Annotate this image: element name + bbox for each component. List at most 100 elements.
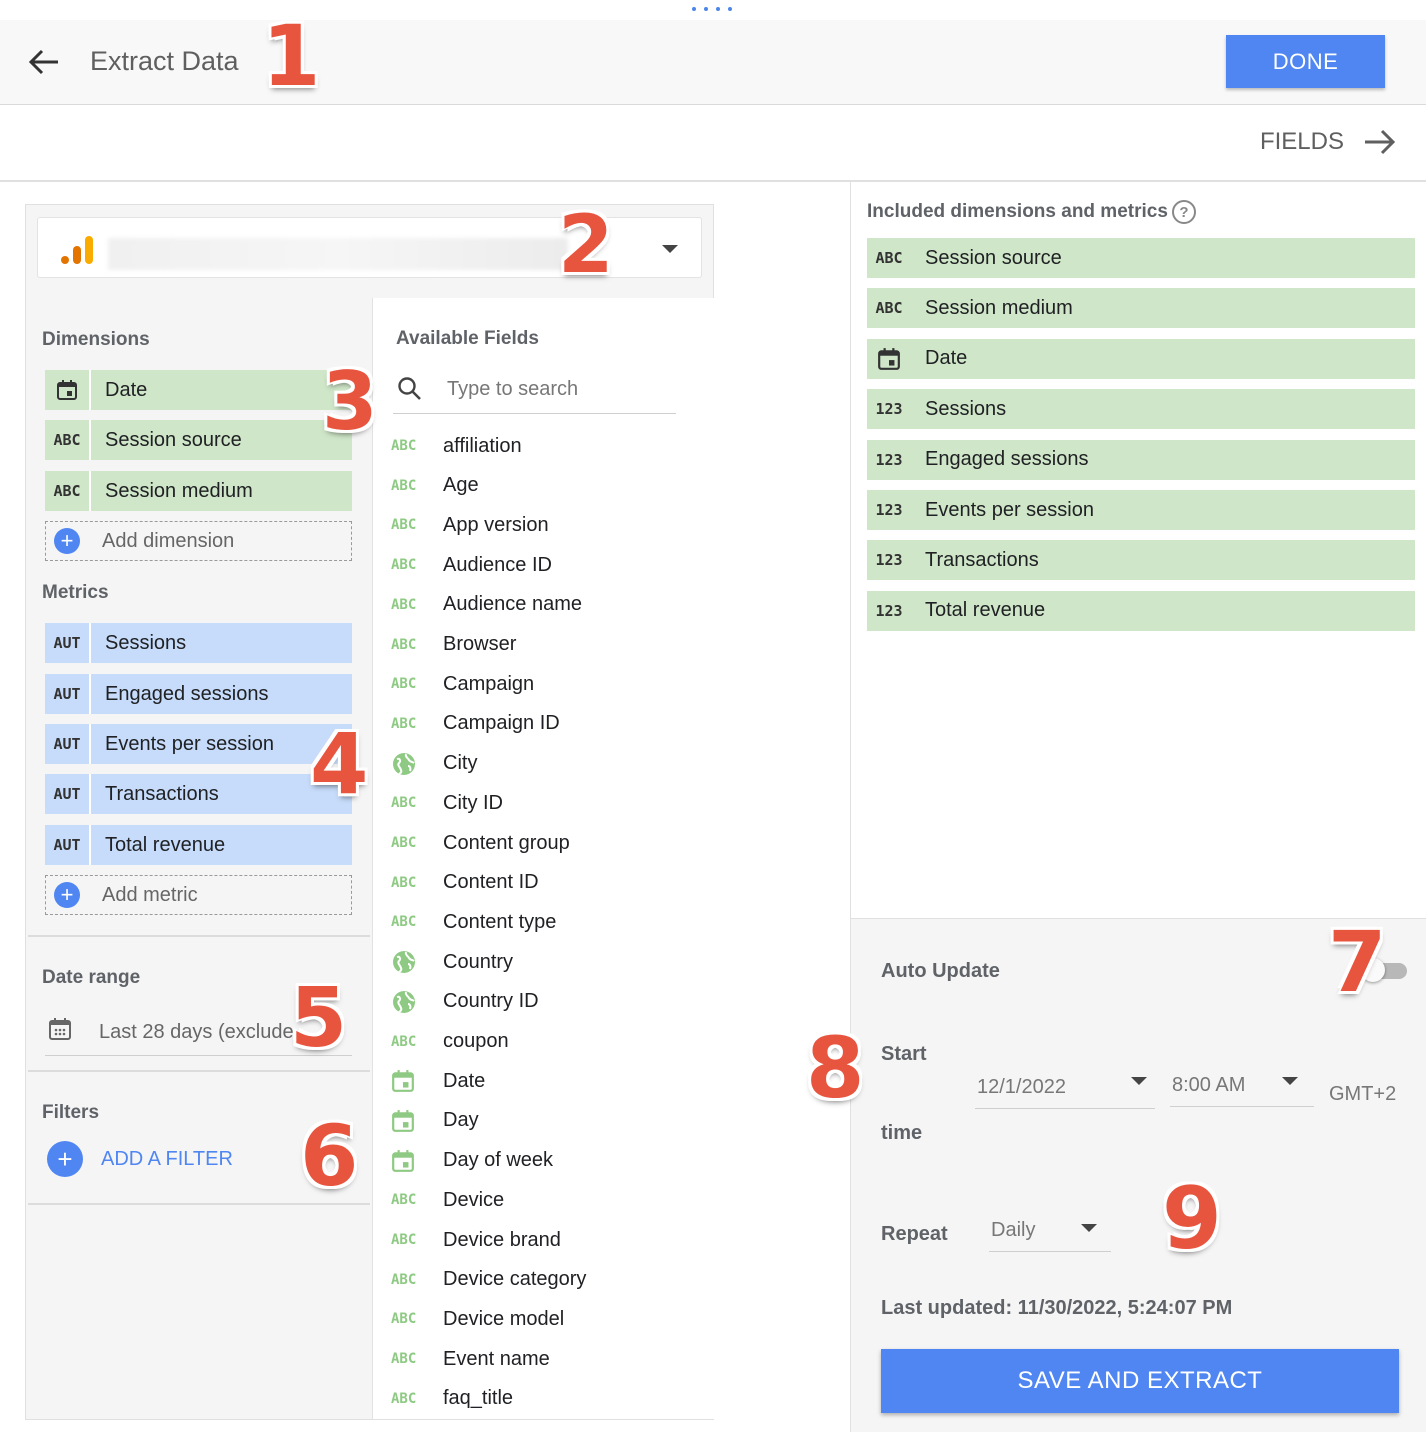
field-label: City [443,752,478,775]
available-field-item[interactable]: ABC Device category [373,1262,713,1298]
help-icon[interactable]: ? [1172,200,1196,224]
dimension-chip-session-source[interactable]: ABC Session source [45,420,352,460]
available-field-item[interactable]: Day [373,1103,713,1139]
add-metric-button[interactable]: + Add metric [45,875,352,915]
text-type-icon: ABC [391,1311,417,1328]
chip-label: Session source [105,428,242,451]
annotation-badge-2: 2 [558,198,614,291]
dimension-chip-session-medium[interactable]: ABC Session medium [45,471,352,511]
included-field-row[interactable]: 123 Transactions [867,540,1415,581]
field-label: coupon [443,1030,509,1052]
metric-chip-sessions[interactable]: AUT Sessions [45,623,352,663]
available-field-item[interactable]: ABC Browser [373,627,713,663]
add-dimension-button[interactable]: + Add dimension [45,521,352,561]
chevron-down-icon[interactable] [662,245,678,253]
available-field-item[interactable]: Day of week [373,1143,713,1179]
field-label: Session source [925,246,1062,269]
available-field-item[interactable]: ABC App version [373,507,713,543]
metric-chip-engaged-sessions[interactable]: AUT Engaged sessions [45,674,352,714]
text-type-icon: ABC [391,636,417,653]
text-type-icon: ABC [391,795,417,812]
included-field-row[interactable]: 123 Sessions [867,389,1415,430]
annotation-badge-6: 6 [300,1107,359,1205]
included-field-row[interactable]: ABC Session medium [867,288,1415,329]
included-field-row[interactable]: Date [867,338,1415,379]
field-label: Campaign ID [443,712,560,735]
available-field-item[interactable]: Country ID [373,984,713,1020]
available-field-item[interactable]: ABC coupon [373,1024,713,1060]
text-type-icon: ABC [391,517,417,534]
date-range-value: Last 28 days (exclude [99,1021,294,1043]
included-title: Included dimensions and metrics [867,201,1168,222]
start-date-value: 12/1/2022 [977,1076,1066,1098]
repeat-select[interactable]: Daily [989,1210,1111,1252]
start-label: Start [881,1043,927,1065]
field-label: Content group [443,831,570,854]
available-field-item[interactable]: ABC faq_title [373,1381,713,1417]
available-field-item[interactable]: ABC Campaign [373,666,713,702]
available-field-item[interactable]: ABC affiliation [373,428,713,464]
fields-link[interactable]: FIELDS [1260,128,1344,156]
field-label: Day of week [443,1149,554,1172]
included-field-row[interactable]: ABC Session source [867,238,1415,278]
available-field-item[interactable]: ABC Event name [373,1341,713,1377]
available-field-item[interactable]: ABC Age [373,468,713,504]
done-button[interactable]: DONE [1226,35,1385,88]
data-source-name-redacted [108,238,568,270]
calendar-icon [373,1149,437,1173]
arrow-right-icon[interactable] [1362,120,1398,169]
field-label: Audience name [443,593,582,616]
field-label: Date [443,1069,486,1092]
chip-label: Sessions [105,631,187,654]
plus-icon: + [54,882,80,908]
available-field-item[interactable]: Date [373,1063,713,1099]
included-field-row[interactable]: 123 Total revenue [867,590,1415,631]
field-label: Device model [443,1307,565,1330]
start-date-select[interactable]: 12/1/2022 [975,1067,1155,1109]
text-type-icon: ABC [875,299,903,318]
field-label: Content ID [443,871,539,894]
auto-update-label: Auto Update [881,960,1000,982]
search-input[interactable] [447,374,672,404]
search-icon [398,377,421,400]
text-type-icon: ABC [391,596,417,613]
annotation-badge-3: 3 [322,355,378,448]
field-label: Browser [443,633,517,655]
included-field-row[interactable]: 123 Events per session [867,490,1415,530]
annotation-badge-7: 7 [1328,913,1387,1011]
annotation-badge-5: 5 [290,971,348,1066]
plus-icon: + [47,1141,83,1177]
included-field-row[interactable]: 123 Engaged sessions [867,439,1415,480]
drag-handle-icon[interactable] [690,0,734,21]
chip-label: Engaged sessions [105,682,269,705]
start-time-select[interactable]: 8:00 AM [1170,1065,1314,1107]
text-type-icon: ABC [391,1192,417,1209]
add-filter-button[interactable]: + ADD A FILTER [47,1141,233,1177]
available-field-item[interactable]: ABC Device model [373,1301,713,1337]
available-field-item[interactable]: ABC Campaign ID [373,706,713,742]
available-field-item[interactable]: Country [373,944,713,980]
text-type-icon: ABC [391,1033,417,1050]
available-field-item[interactable]: ABC Content type [373,904,713,940]
metric-chip-events-per-session[interactable]: AUT Events per session [45,724,352,764]
field-label: affiliation [443,434,522,457]
available-field-item[interactable]: ABC Audience ID [373,547,713,583]
field-label: Device brand [443,1228,561,1251]
available-field-item[interactable]: ABC Device brand [373,1222,713,1258]
available-field-item[interactable]: ABC City ID [373,785,713,821]
chip-label: Events per session [105,732,274,755]
save-and-extract-button[interactable]: SAVE AND EXTRACT [881,1349,1399,1413]
aggregation-type-icon: AUT [45,674,91,714]
dimension-chip-date[interactable]: Date [45,370,352,410]
field-label: Session medium [925,296,1073,319]
metric-chip-transactions[interactable]: AUT Transactions [45,774,352,814]
available-field-item[interactable]: ABC Content group [373,825,713,861]
aggregation-type-icon: AUT [45,825,91,865]
available-field-item[interactable]: ABC Content ID [373,865,713,901]
available-field-item[interactable]: ABC Audience name [373,587,713,623]
field-label: Event name [443,1347,550,1370]
available-field-item[interactable]: ABC Device [373,1182,713,1218]
back-arrow-icon[interactable] [24,42,64,82]
available-field-item[interactable]: City [373,746,713,782]
metric-chip-total-revenue[interactable]: AUT Total revenue [45,825,352,865]
